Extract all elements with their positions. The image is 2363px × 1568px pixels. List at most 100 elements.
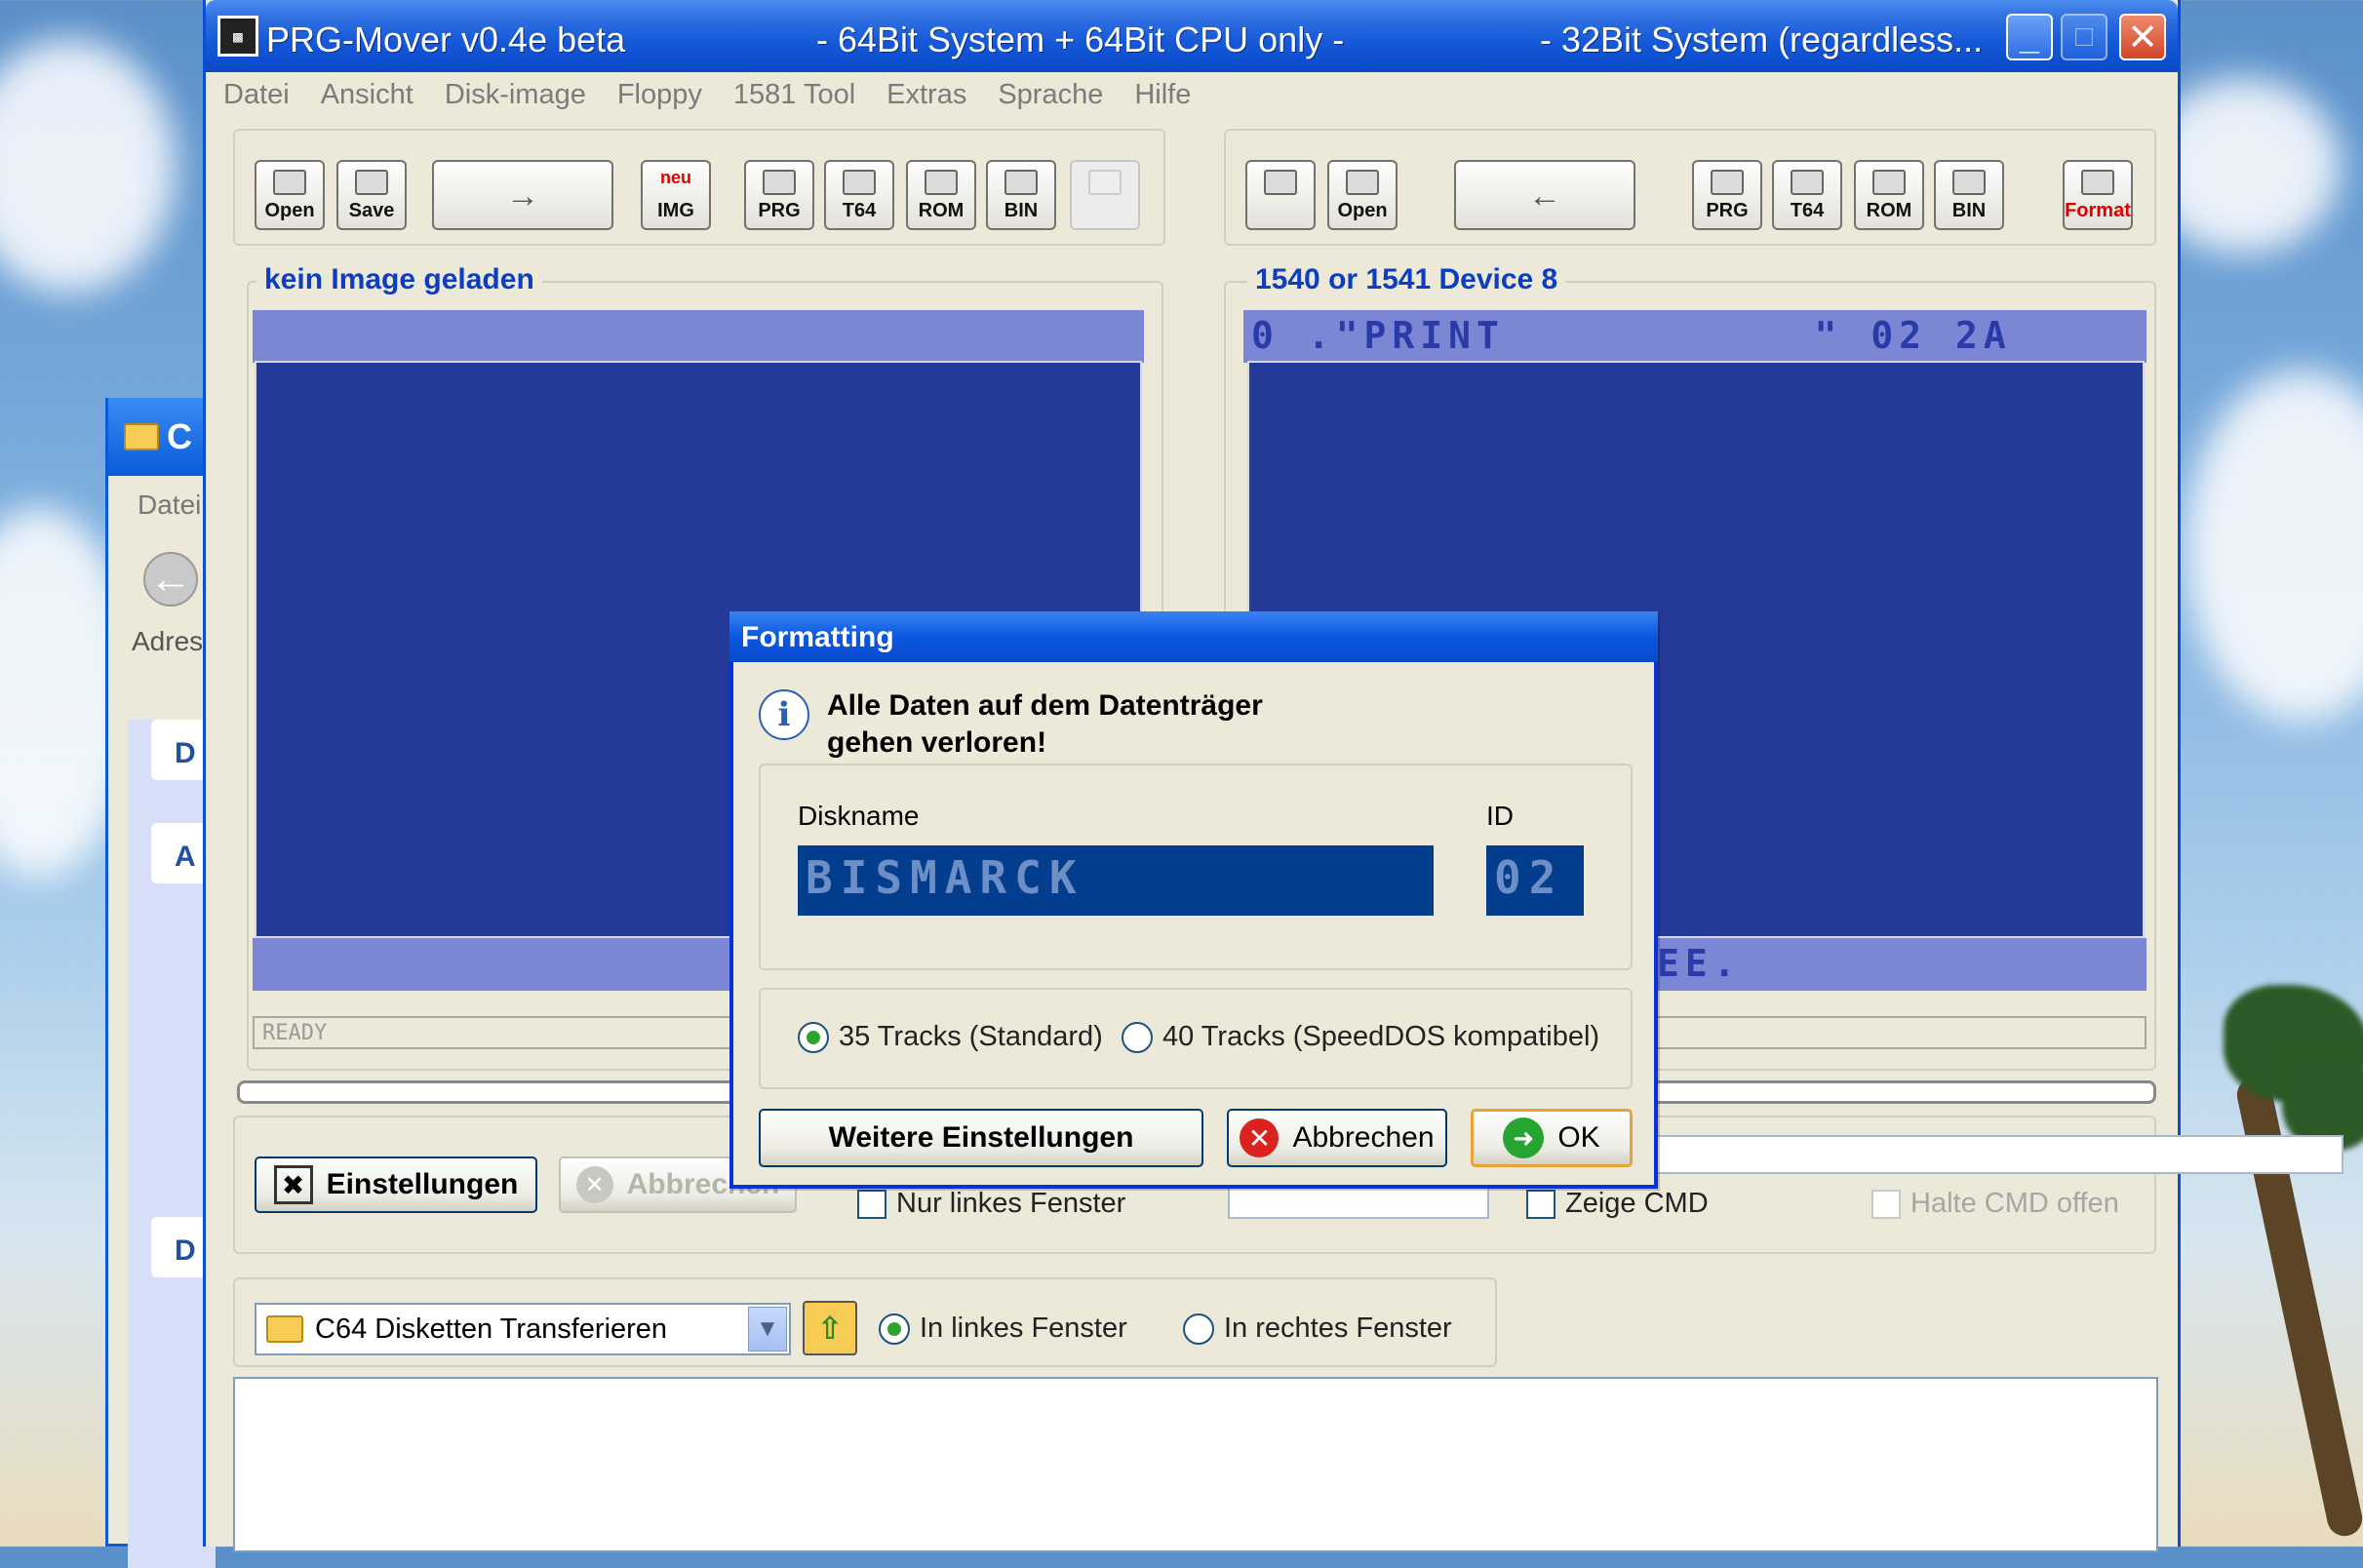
chevron-down-icon[interactable]: ▼	[748, 1307, 787, 1352]
left-panel-title: kein Image geladen	[256, 263, 542, 296]
arrow-left-icon: ←	[1528, 177, 1561, 215]
c64-drive-icon	[1264, 170, 1297, 195]
settings-label: Einstellungen	[326, 1168, 519, 1200]
dialog-cancel-label: Abbrechen	[1292, 1121, 1435, 1154]
back-icon[interactable]: ←	[143, 552, 198, 607]
menu-extras[interactable]: Extras	[886, 79, 966, 111]
diskname-input[interactable]: BISMARCK	[798, 845, 1434, 916]
settings-button[interactable]: ✖ Einstellungen	[255, 1156, 537, 1213]
rom-label: ROM	[918, 200, 965, 221]
t64-button[interactable]: T64	[824, 160, 894, 230]
prg-label: PRG	[758, 200, 801, 221]
open-floppy-button[interactable]: Open	[1327, 160, 1398, 230]
disk-header-line: 0 ."PRINT " 02 2A	[1251, 314, 2012, 357]
menu-disk-image[interactable]: Disk-image	[445, 79, 586, 111]
command-field-right[interactable]	[1649, 1135, 2343, 1174]
keep-cmd-label: Halte CMD offen	[1910, 1188, 2119, 1219]
bin-button[interactable]: BIN	[986, 160, 1056, 230]
window-title-system-note-2: - 32Bit System (regardless...	[1540, 20, 1984, 59]
id-label: ID	[1486, 801, 1514, 831]
floppy-save-icon	[355, 170, 388, 195]
prg-button[interactable]: PRG	[744, 160, 814, 230]
t64-icon	[843, 170, 876, 195]
folder-open-icon	[1346, 170, 1379, 195]
format-label: Format	[2065, 200, 2131, 221]
save-image-button[interactable]: Save	[336, 160, 407, 230]
minimize-button[interactable]: _	[2006, 14, 2053, 60]
show-cmd-checkbox-box[interactable]	[1526, 1189, 1556, 1219]
radio-right-dot[interactable]	[1183, 1313, 1214, 1345]
menubar: Datei Ansicht Disk-image Floppy 1581 Too…	[206, 72, 2178, 117]
floppy-rom-button[interactable]: ROM	[1854, 160, 1924, 230]
floppy-device-button[interactable]	[1245, 160, 1316, 230]
radio-40-dot[interactable]	[1122, 1021, 1153, 1053]
blocks-free-fragment: EE.	[1657, 942, 1742, 985]
radio-left-window[interactable]: In linkes Fenster	[879, 1313, 1127, 1345]
rom-button[interactable]: ROM	[906, 160, 976, 230]
rom-icon	[925, 170, 958, 195]
floppy-rom-label: ROM	[1866, 200, 1912, 221]
menu-sprache[interactable]: Sprache	[998, 79, 1103, 111]
transfer-mode-select[interactable]: C64 Disketten Transferieren ▼	[255, 1303, 791, 1355]
folder-up-icon[interactable]: ⇧	[803, 1301, 857, 1355]
menu-floppy[interactable]: Floppy	[617, 79, 702, 111]
more-settings-button[interactable]: Weitere Einstellungen	[759, 1109, 1203, 1167]
format-button[interactable]: Format	[2063, 160, 2133, 230]
floppy-bin-button[interactable]: BIN	[1934, 160, 2004, 230]
menu-ansicht[interactable]: Ansicht	[321, 79, 414, 111]
keep-cmd-open-checkbox[interactable]: Halte CMD offen	[1871, 1188, 2119, 1220]
dialog-titlebar[interactable]: Formatting	[729, 611, 1658, 662]
folder-icon	[266, 1315, 303, 1343]
disk-id-input[interactable]: 02	[1486, 845, 1584, 916]
copy-image-to-floppy-button[interactable]: →	[432, 160, 613, 230]
close-button[interactable]: ✕	[2119, 14, 2166, 60]
floppy-prg-label: PRG	[1706, 200, 1749, 221]
radio-35-label: 35 Tracks (Standard)	[839, 1021, 1103, 1052]
maximize-button[interactable]: □	[2061, 14, 2107, 60]
new-image-button[interactable]: neu IMG	[641, 160, 711, 230]
cancel-icon: ✕	[1240, 1118, 1280, 1157]
app-icon: ▩	[217, 16, 258, 57]
open-label: Open	[264, 200, 315, 221]
left-only-checkbox[interactable]: Nur linkes Fenster	[857, 1188, 1125, 1220]
radio-35-dot[interactable]	[798, 1021, 829, 1053]
cancel-icon: ✕	[575, 1166, 613, 1203]
radio-right-window[interactable]: In rechtes Fenster	[1183, 1313, 1452, 1345]
open-image-button[interactable]: Open	[255, 160, 325, 230]
left-only-checkbox-box[interactable]	[857, 1189, 886, 1219]
bin-icon	[1952, 170, 1986, 195]
dialog-cancel-button[interactable]: ✕ Abbrechen	[1227, 1109, 1447, 1167]
copy-floppy-to-image-button[interactable]: ←	[1454, 160, 1635, 230]
bin-icon	[1004, 170, 1038, 195]
info-icon: i	[759, 689, 809, 740]
disk-drive-button[interactable]	[1070, 160, 1140, 230]
formatting-dialog: Formatting i Alle Daten auf dem Datenträ…	[729, 611, 1658, 1189]
floppy-t64-label: T64	[1790, 200, 1825, 221]
floppy-t64-button[interactable]: T64	[1772, 160, 1842, 230]
img-label: IMG	[657, 200, 694, 221]
disk-drive-icon	[1088, 170, 1122, 195]
radio-35-tracks[interactable]: 35 Tracks (Standard)	[798, 1021, 1103, 1053]
format-floppy-icon	[2081, 170, 2114, 195]
right-status-line	[1630, 1016, 2146, 1049]
menu-datei[interactable]: Datei	[223, 79, 290, 111]
diskname-label: Diskname	[798, 801, 920, 831]
transfer-mode-value: C64 Disketten Transferieren	[315, 1313, 668, 1345]
explorer-title: C	[167, 416, 192, 456]
menu-1581-tool[interactable]: 1581 Tool	[733, 79, 855, 111]
radio-left-dot[interactable]	[879, 1313, 910, 1345]
titlebar[interactable]: ▩ PRG-Mover v0.4e beta - 64Bit System + …	[206, 0, 2178, 72]
floppy-prg-button[interactable]: PRG	[1692, 160, 1762, 230]
left-c64-header	[253, 310, 1144, 363]
radio-40-tracks[interactable]: 40 Tracks (SpeedDOS kompatibel)	[1122, 1021, 1599, 1053]
log-output[interactable]	[233, 1377, 2158, 1552]
dialog-ok-button[interactable]: ➜ OK	[1471, 1109, 1633, 1167]
radio-left-label: In linkes Fenster	[920, 1313, 1127, 1344]
show-cmd-label: Zeige CMD	[1565, 1188, 1709, 1219]
show-cmd-checkbox[interactable]: Zeige CMD	[1526, 1188, 1709, 1220]
t64-label: T64	[842, 200, 877, 221]
keep-cmd-checkbox-box[interactable]	[1871, 1189, 1901, 1219]
window-title: PRG-Mover v0.4e beta	[266, 20, 626, 59]
prg-icon	[763, 170, 796, 195]
menu-hilfe[interactable]: Hilfe	[1134, 79, 1191, 111]
